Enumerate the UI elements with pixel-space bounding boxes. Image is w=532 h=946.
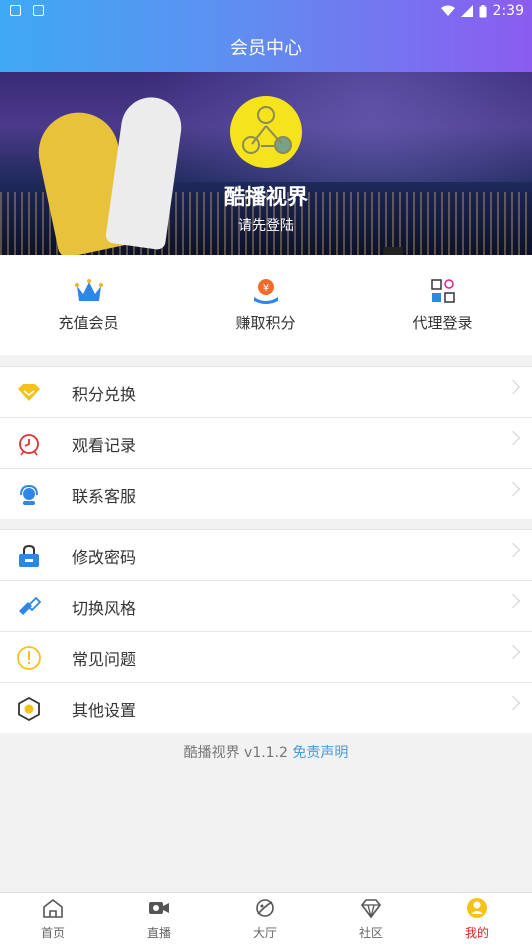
earn-points-button[interactable]: ¥ 赚取积分 bbox=[177, 255, 354, 355]
menu-item-label: 联系客服 bbox=[72, 487, 137, 506]
wifi-icon bbox=[440, 5, 455, 16]
hexagon-settings-icon bbox=[18, 696, 40, 722]
brand-name: 酷播视界 bbox=[224, 185, 308, 209]
tab-label: 大厅 bbox=[252, 926, 277, 940]
menu-item-points-exchange[interactable]: 积分兑换 bbox=[0, 366, 532, 417]
menu-item-label: 修改密码 bbox=[72, 548, 137, 567]
agent-login-button[interactable]: 代理登录 bbox=[354, 255, 531, 355]
menu-item-contact-support[interactable]: 联系客服 bbox=[0, 468, 532, 519]
chevron-right-icon bbox=[505, 481, 521, 497]
image-notification-icon bbox=[33, 5, 44, 16]
tab-label: 直播 bbox=[146, 926, 171, 940]
menu-item-label: 常见问题 bbox=[72, 650, 137, 669]
menu-item-label: 其他设置 bbox=[72, 701, 137, 720]
menu-item-watch-history[interactable]: 观看记录 bbox=[0, 417, 532, 468]
tab-hall[interactable]: 大厅 bbox=[212, 893, 318, 946]
menu-item-change-password[interactable]: 修改密码 bbox=[0, 529, 532, 580]
menu-item-label: 观看记录 bbox=[72, 436, 137, 455]
chevron-right-icon bbox=[505, 695, 521, 711]
chevron-right-icon bbox=[505, 379, 521, 395]
chevron-right-icon bbox=[505, 644, 521, 660]
menu-item-label: 切换风格 bbox=[72, 599, 137, 618]
share-nodes-icon bbox=[251, 125, 283, 147]
version-note: 酷播视界 v1.1.2 免责声明 bbox=[0, 742, 532, 762]
tab-home[interactable]: 首页 bbox=[0, 893, 106, 946]
shield-notification-icon bbox=[10, 5, 21, 16]
coin-hand-icon: ¥ bbox=[253, 279, 278, 304]
menu-item-faq[interactable]: 常见问题 bbox=[0, 631, 532, 682]
quick-actions: 充值会员 ¥ 赚取积分 代理登录 bbox=[0, 255, 532, 355]
chevron-right-icon bbox=[505, 430, 521, 446]
clock-icon bbox=[19, 434, 39, 456]
chevron-right-icon bbox=[505, 542, 521, 558]
menu-group-settings: 修改密码 切换风格 常见问题 其他设置 bbox=[0, 529, 532, 733]
tab-community[interactable]: 社区 bbox=[318, 893, 424, 946]
tab-label: 社区 bbox=[358, 926, 383, 940]
app-header: 2:39 会员中心 bbox=[0, 0, 532, 72]
battery-icon bbox=[479, 4, 487, 17]
style-switch-icon bbox=[19, 596, 42, 615]
quick-action-label: 充值会员 bbox=[58, 314, 119, 332]
tab-label: 首页 bbox=[40, 926, 65, 940]
exclamation-icon bbox=[17, 646, 41, 670]
menu-item-switch-style[interactable]: 切换风格 bbox=[0, 580, 532, 631]
lock-icon bbox=[19, 544, 39, 567]
menu-item-other-settings[interactable]: 其他设置 bbox=[0, 682, 532, 733]
app-version: 酷播视界 v1.1.2 bbox=[183, 745, 288, 761]
planet-icon bbox=[256, 899, 274, 917]
status-bar: 2:39 bbox=[0, 0, 532, 24]
tab-label: 我的 bbox=[464, 926, 489, 940]
crown-icon bbox=[74, 279, 103, 301]
menu-group-account: 积分兑换 观看记录 联系客服 bbox=[0, 366, 532, 519]
home-icon bbox=[43, 898, 63, 918]
disclaimer-link[interactable]: 免责声明 bbox=[292, 745, 348, 761]
quick-action-label: 赚取积分 bbox=[235, 314, 296, 332]
status-time: 2:39 bbox=[492, 3, 524, 19]
menu-item-label: 积分兑换 bbox=[72, 385, 137, 404]
svg-text:¥: ¥ bbox=[262, 283, 268, 294]
page-title: 会员中心 bbox=[230, 38, 302, 59]
login-prompt[interactable]: 请先登陆 bbox=[0, 215, 532, 235]
tab-live[interactable]: 直播 bbox=[106, 893, 212, 946]
signal-icon bbox=[460, 5, 473, 17]
avatar[interactable] bbox=[230, 96, 302, 168]
bottom-tab-bar: 首页 直播 大厅 社区 我的 bbox=[0, 892, 532, 946]
chevron-right-icon bbox=[505, 593, 521, 609]
diamond-icon bbox=[18, 384, 40, 401]
video-camera-icon bbox=[149, 902, 169, 914]
agent-grid-icon bbox=[430, 279, 455, 303]
quick-action-label: 代理登录 bbox=[412, 314, 473, 332]
user-circle-icon bbox=[467, 898, 487, 918]
tab-me[interactable]: 我的 bbox=[424, 893, 530, 946]
gem-icon bbox=[360, 899, 382, 919]
headset-icon bbox=[20, 484, 38, 505]
recharge-membership-button[interactable]: 充值会员 bbox=[0, 255, 177, 355]
